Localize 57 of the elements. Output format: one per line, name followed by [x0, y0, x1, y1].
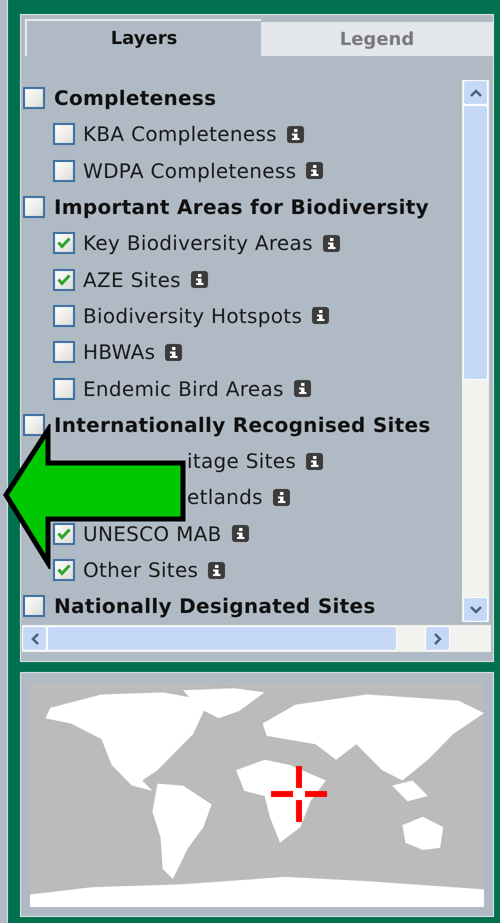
checkbox[interactable] — [53, 378, 75, 400]
info-icon[interactable] — [190, 271, 208, 288]
tab[interactable]: Layers — [25, 19, 261, 56]
scroll-left-button[interactable] — [22, 626, 47, 651]
layer-label: KBA Completeness — [83, 121, 277, 148]
group-label: Internationally Recognised Sites — [54, 412, 431, 439]
check-icon — [57, 237, 71, 250]
checkbox[interactable] — [23, 414, 45, 436]
info-icon[interactable] — [232, 525, 249, 542]
layer-label: AZE Sites — [83, 266, 181, 294]
checkbox[interactable] — [23, 87, 45, 110]
checkbox[interactable] — [53, 559, 75, 581]
layer-label: Key Biodiversity Areas — [83, 230, 313, 258]
check-icon — [57, 274, 71, 286]
checkbox[interactable] — [53, 232, 75, 254]
info-icon[interactable] — [165, 344, 182, 361]
vertical-scrollbar[interactable] — [462, 80, 489, 622]
checkbox[interactable] — [53, 268, 75, 291]
crosshair-icon — [271, 766, 327, 822]
checkbox[interactable] — [53, 341, 75, 364]
checkbox[interactable] — [53, 123, 75, 146]
check-icon — [57, 528, 71, 540]
chevron-down-icon — [470, 606, 482, 614]
group-label: Completeness — [54, 85, 216, 112]
chevron-left-icon — [30, 632, 38, 644]
layer-label: Biodiversity Hotspots — [83, 302, 302, 330]
scroll-up-button[interactable] — [463, 80, 488, 105]
scroll-right-button[interactable] — [425, 626, 450, 651]
chevron-right-icon — [434, 632, 442, 644]
info-icon[interactable] — [322, 234, 340, 252]
checkbox[interactable] — [53, 160, 75, 182]
group-label: Important Areas for Biodiversity — [54, 194, 429, 222]
check-icon — [57, 564, 71, 576]
layer-label: UNESCO MAB — [83, 520, 222, 548]
layer-label: Other Sites — [83, 557, 198, 584]
info-icon[interactable] — [312, 307, 330, 324]
info-icon[interactable] — [208, 562, 226, 578]
layer-label: WDPA Completeness — [83, 158, 296, 185]
group-label: Nationally Designated Sites — [54, 593, 376, 620]
scroll-down-button[interactable] — [463, 597, 488, 622]
checkbox[interactable] — [53, 304, 75, 327]
scroll-thumb[interactable] — [47, 626, 397, 651]
checkbox[interactable] — [53, 522, 75, 545]
horizontal-scrollbar[interactable] — [22, 625, 491, 652]
layer-label: itage Sites — [187, 448, 296, 476]
checkbox[interactable] — [23, 196, 45, 218]
info-icon[interactable] — [306, 162, 324, 180]
layer-label: Endemic Bird Areas — [83, 376, 284, 403]
info-icon[interactable] — [306, 452, 324, 470]
chevron-up-icon — [470, 88, 482, 96]
scroll-thumb[interactable] — [463, 105, 488, 380]
info-icon[interactable] — [286, 126, 304, 143]
info-icon[interactable] — [294, 380, 311, 398]
checkbox[interactable] — [23, 595, 45, 618]
layer-label: etlands — [187, 484, 263, 512]
layer-label: HBWAs — [83, 339, 156, 366]
info-icon[interactable] — [272, 488, 290, 506]
